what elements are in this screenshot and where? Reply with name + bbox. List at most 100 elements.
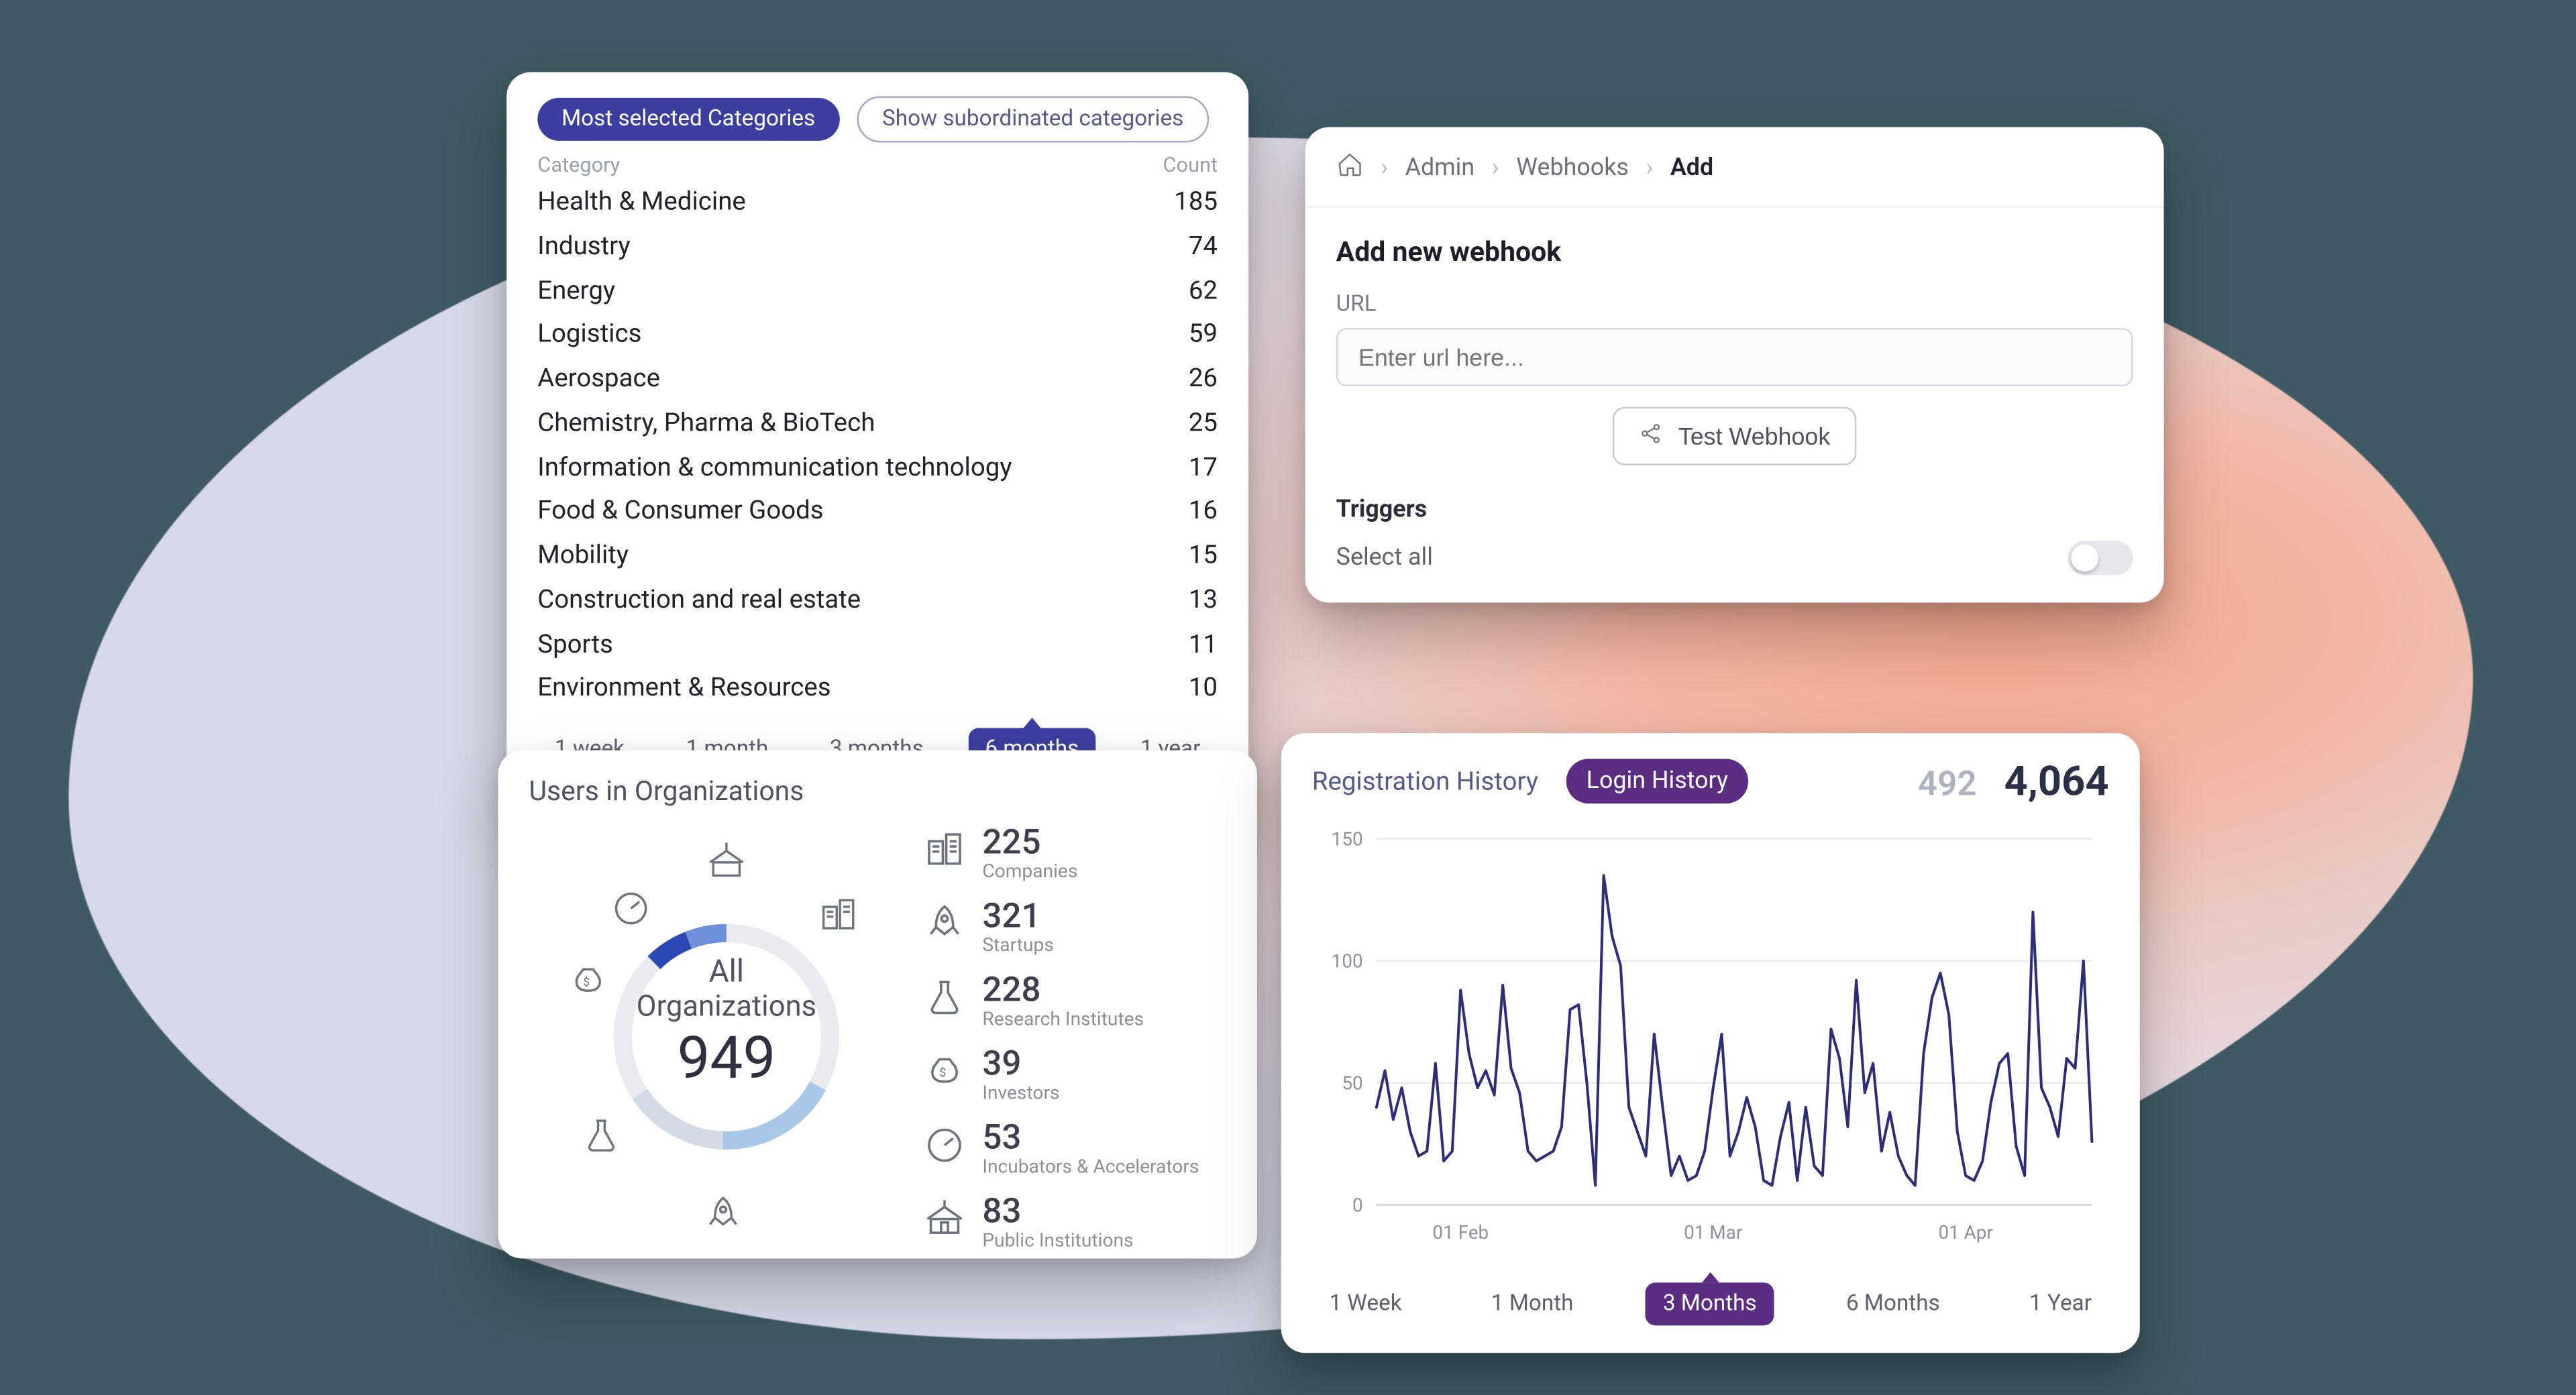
category-count: 74 [1189,228,1218,266]
tab-registration-history[interactable]: Registration History [1312,766,1538,797]
organizations-donut: $ All Organizations 949 [529,818,924,1247]
col-count: Count [1163,153,1218,177]
svg-text:$: $ [583,976,590,989]
crumb-webhooks[interactable]: Webhooks [1516,154,1629,182]
table-row: Health & Medicine 185 [537,180,1218,225]
org-count: 228 [982,972,1144,1006]
table-row: Logistics 59 [537,313,1218,357]
svg-text:01 Feb: 01 Feb [1433,1221,1489,1243]
tab-login-history[interactable]: Login History [1566,759,1749,804]
url-label: URL [1336,292,2133,317]
select-all-label: Select all [1336,545,1433,572]
org-stat-item: 228Research Institutes [924,972,1226,1030]
login-history-chart: 05010015001 Feb01 Mar01 Apr [1312,819,2109,1266]
table-row: Information & communication technology 17 [537,445,1218,490]
rocket-icon [924,903,965,952]
table-row: Environment & Resources 10 [537,667,1218,711]
category-name: Energy [537,272,615,310]
registration-count: 492 [1918,763,1977,803]
buildings-icon [924,829,965,877]
range-tab[interactable]: 1 Year [2012,1282,2108,1325]
breadcrumb: › Admin › Webhooks › Add [1305,151,2164,207]
table-row: Energy 62 [537,269,1218,313]
category-count: 10 [1189,670,1218,708]
category-name: Logistics [537,317,641,354]
org-stat-item: 225Companies [924,824,1226,883]
category-count: 11 [1189,626,1218,663]
org-label: Research Institutes [982,1008,1144,1030]
table-row: Industry 74 [537,225,1218,269]
chevron-right-icon: › [1492,154,1499,182]
range-tab[interactable]: 1 Month [1474,1282,1591,1325]
institution-icon [924,1198,965,1247]
moneybag-icon: $ [924,1051,965,1099]
flask-icon [924,977,965,1025]
categories-card: Most selected Categories Show subordinat… [506,72,1248,799]
chevron-right-icon: › [1646,154,1653,182]
tab-show-subordinated[interactable]: Show subordinated categories [857,96,1210,142]
org-count: 53 [982,1119,1199,1154]
tab-most-selected[interactable]: Most selected Categories [537,98,839,141]
org-stat-item: 83Public Institutions [924,1193,1226,1251]
organizations-title: Users in Organizations [529,775,1226,807]
home-icon[interactable] [1336,151,1364,185]
test-webhook-button[interactable]: Test Webhook [1613,407,1856,465]
test-webhook-label: Test Webhook [1678,423,1830,450]
category-name: Food & Consumer Goods [537,493,823,531]
org-label: Incubators & Accelerators [982,1156,1199,1178]
chevron-right-icon: › [1381,154,1388,182]
category-count: 16 [1189,493,1218,531]
svg-text:50: 50 [1342,1072,1362,1095]
range-tab[interactable]: 6 Months [1829,1282,1957,1325]
category-name: Environment & Resources [537,670,830,708]
table-row: Construction and real estate 13 [537,578,1218,622]
url-input[interactable] [1336,328,2133,386]
donut-center-line2: Organizations [637,990,816,1024]
category-count: 17 [1189,449,1218,486]
category-name: Health & Medicine [537,184,746,221]
login-count: 4,064 [2004,757,2109,805]
range-tab[interactable]: 1 Week [1312,1282,1419,1325]
category-count: 25 [1189,405,1218,443]
gauge-icon [924,1125,965,1173]
org-count: 39 [982,1046,1059,1080]
category-count: 26 [1189,361,1218,398]
svg-text:100: 100 [1332,950,1363,972]
table-row: Aerospace 26 [537,357,1218,401]
category-name: Aerospace [537,361,660,398]
category-count: 13 [1189,581,1218,619]
table-row: Food & Consumer Goods 16 [537,490,1218,534]
org-label: Public Institutions [982,1229,1133,1251]
svg-text:01 Mar: 01 Mar [1684,1221,1743,1243]
donut-center-total: 949 [637,1024,816,1093]
org-count: 321 [982,898,1054,932]
select-all-toggle[interactable] [2068,541,2133,575]
category-name: Chemistry, Pharma & BioTech [537,405,875,443]
org-label: Companies [982,860,1077,883]
history-card: Registration History Login History 492 4… [1281,733,2140,1353]
donut-center-line1: All [637,954,816,990]
svg-text:0: 0 [1352,1194,1363,1217]
table-row: Sports11 [537,622,1218,667]
webhook-title: Add new webhook [1336,235,2133,268]
org-stat-item: 53Incubators & Accelerators [924,1119,1226,1178]
category-name: Construction and real estate [537,581,861,619]
org-label: Investors [982,1082,1059,1104]
crumb-add: Add [1670,154,1713,182]
table-row: Chemistry, Pharma & BioTech 25 [537,401,1218,445]
col-category: Category [537,153,620,177]
svg-text:01 Apr: 01 Apr [1939,1221,1994,1243]
crumb-admin[interactable]: Admin [1405,154,1475,182]
webhook-card: › Admin › Webhooks › Add Add new webhook… [1305,127,2164,602]
svg-text:$: $ [939,1066,946,1080]
category-count: 185 [1174,184,1218,221]
category-count: 62 [1189,272,1218,310]
category-count: 59 [1189,317,1218,354]
history-range-tabs: 1 Week 1 Month 3 Months 6 Months 1 Year [1312,1282,2109,1325]
category-name: Industry [537,228,630,266]
category-name: Mobility [537,537,629,575]
table-row: Mobility15 [537,534,1218,578]
range-tab[interactable]: 3 Months [1646,1282,1774,1325]
category-name: Information & communication technology [537,449,1012,486]
organizations-card: Users in Organizations [498,750,1257,1259]
